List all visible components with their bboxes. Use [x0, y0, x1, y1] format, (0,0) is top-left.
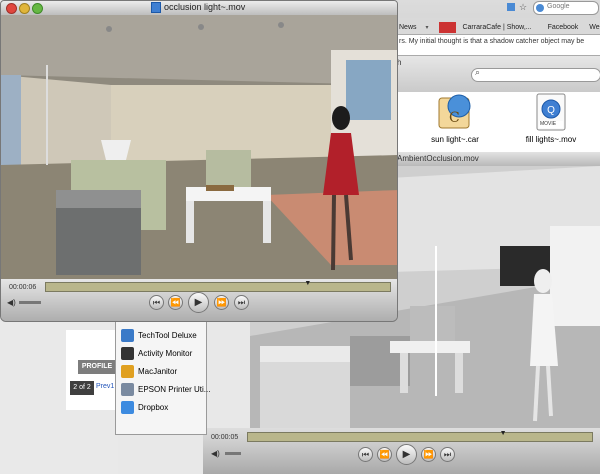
main-movie-timeline[interactable]: ▼ — [45, 280, 391, 292]
bookmark-news[interactable]: News — [395, 21, 422, 31]
svg-text:Q: Q — [547, 105, 555, 116]
skip-back-button[interactable]: ⏮ — [149, 295, 164, 310]
carrara-file-icon: C — [438, 94, 471, 129]
bookmark-star-icon[interactable]: ☆ — [519, 2, 527, 13]
skip-forward-button[interactable]: ⏭ — [234, 295, 249, 310]
volume-icon: ◀) — [7, 298, 16, 307]
file-item-sun-light[interactable]: C sun light~.car — [415, 92, 495, 144]
bookmark-welcome[interactable]: Welcome to Shar — [585, 21, 600, 31]
playhead-icon[interactable]: ▼ — [304, 280, 311, 287]
skip-back-button[interactable]: ⏮ — [358, 447, 373, 462]
fast-forward-button[interactable]: ⏩ — [421, 447, 436, 462]
page-text: rs. My initial thought is that a shadow … — [395, 35, 600, 55]
google-search-field[interactable]: Google — [533, 1, 599, 15]
google-icon — [536, 4, 544, 12]
techtool-icon — [121, 329, 134, 343]
prev-link[interactable]: Prev1 — [96, 383, 114, 390]
app-item-techtool[interactable]: TechTool Deluxe — [121, 328, 197, 344]
volume-slider[interactable] — [225, 452, 241, 455]
close-button[interactable] — [6, 3, 17, 14]
main-movie-controls: 00:00:06 ▼ ◀) ⏮ ⏪ ▶ ⏩ ⏭ — [1, 279, 397, 321]
rss-icon[interactable] — [507, 3, 515, 11]
activity-monitor-icon — [121, 347, 134, 361]
app-item-epson[interactable]: EPSON Printer Uti... — [121, 382, 210, 398]
chevron-down-icon: ▾ — [425, 25, 429, 31]
dropbox-icon — [121, 401, 134, 415]
macjanitor-icon — [121, 365, 134, 379]
volume-icon: ◀) — [211, 449, 220, 458]
skip-forward-button[interactable]: ⏭ — [440, 447, 455, 462]
second-movie-timecode: 00:00:05 — [211, 434, 239, 441]
play-button[interactable]: ▶ — [396, 444, 417, 465]
finder-search-input[interactable]: ⌕ — [471, 67, 600, 82]
window-title: occlusion light~.mov — [151, 2, 245, 14]
applications-list: TechTool Deluxe Activity Monitor MacJani… — [115, 322, 210, 435]
playhead-icon[interactable]: ▼ — [500, 430, 507, 437]
favicon-icon — [439, 21, 457, 33]
bookmark-facebook[interactable]: Facebook — [544, 21, 584, 31]
second-movie-title: AmbientOcclusion.mov — [395, 152, 600, 166]
main-movie-timecode: 00:00:06 — [9, 284, 37, 291]
search-placeholder: Google — [547, 3, 570, 10]
finder-content: C sun light~.car Q MOVIE fill lights~.mo… — [395, 92, 600, 152]
app-item-dropbox[interactable]: Dropbox — [121, 400, 168, 416]
search-icon: ⌕ — [475, 67, 481, 77]
movie-file-icon — [151, 2, 161, 14]
movie-badge: MOVIE — [540, 121, 557, 127]
volume-slider[interactable] — [19, 301, 41, 304]
bookmarks-bar: News ▾ CarraraCafe | Show,... Facebook We… — [395, 18, 600, 35]
svg-text:C: C — [449, 110, 460, 126]
rewind-button[interactable]: ⏪ — [377, 447, 392, 462]
file-item-fill-lights[interactable]: Q MOVIE fill lights~.mov — [511, 92, 591, 144]
epson-printer-icon — [121, 383, 134, 397]
occlusion-light-frame — [1, 15, 397, 279]
rewind-button[interactable]: ⏪ — [168, 295, 183, 310]
pager-indicator: 2 of 2 — [70, 381, 94, 395]
second-movie-controls: 00:00:05 ▼ ◀) ⏮ ⏪ ▶ ⏩ ⏭ — [203, 428, 600, 474]
app-item-macjanitor[interactable]: MacJanitor — [121, 364, 177, 380]
app-item-activity-monitor[interactable]: Activity Monitor — [121, 346, 192, 362]
left-pane — [0, 322, 118, 474]
main-movie-titlebar: occlusion light~.mov — [1, 1, 397, 16]
file-label: fill lights~.mov — [525, 135, 577, 144]
profile-button[interactable]: PROFILE — [78, 360, 116, 374]
second-movie-timeline[interactable]: ▼ — [247, 430, 593, 442]
minimize-button[interactable] — [19, 3, 30, 14]
bookmark-carraracafe[interactable]: CarraraCafe | Show,... — [435, 18, 541, 33]
file-label: sun light~.car — [431, 135, 479, 144]
main-movie-window: occlusion light~.mov 00:00:06 ▼ ◀) ⏮ ⏪ ▶… — [0, 0, 398, 322]
play-button[interactable]: ▶ — [188, 292, 209, 313]
zoom-button[interactable] — [32, 3, 43, 14]
fast-forward-button[interactable]: ⏩ — [214, 295, 229, 310]
